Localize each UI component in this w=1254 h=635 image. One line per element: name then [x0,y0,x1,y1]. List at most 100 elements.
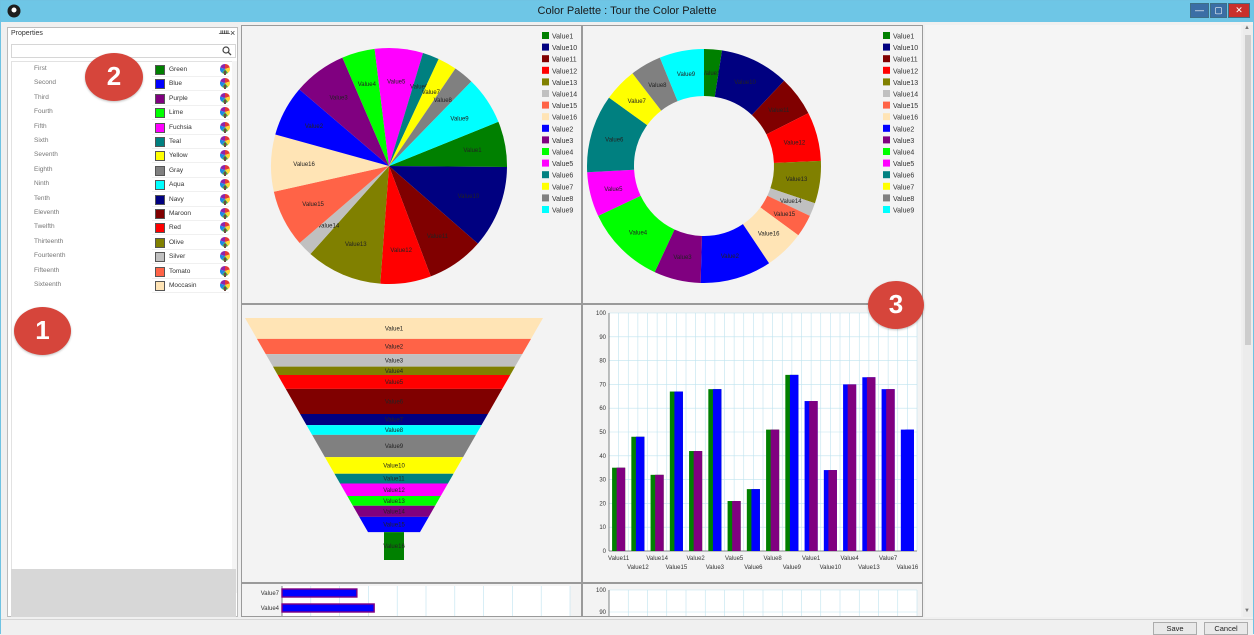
y-tick-label: 70 [599,382,606,388]
property-row[interactable]: Ninth Aqua [12,178,234,193]
property-row[interactable]: Fifteenth Tomato [12,265,234,279]
slice-label: Value7 [628,99,647,105]
bar-highlight [732,501,741,551]
legend-swatch [883,90,890,97]
close-window-button[interactable]: ✕ [1228,3,1250,18]
hbar[interactable] [281,588,358,598]
property-grid-scrollbar[interactable] [232,61,237,593]
palette-icon[interactable] [220,164,230,176]
hbar[interactable] [281,603,375,613]
slice-label: Value5 [387,79,406,85]
property-name: Third [34,93,49,101]
title-bar[interactable]: Color Palette : Tour the Color Palette —… [1,1,1253,22]
funnel-chart[interactable]: Value1 Value2 Value3 Value4 Value5 Value6 Valu… [242,305,582,583]
pie-chart[interactable]: Value1 Value10 Value11 Value12 Value13 Value1… [242,26,582,304]
bar-chart-panel[interactable]: 0 10 20 30 40 50 60 70 80 90 100 Value11 Value14 Valu… [582,304,923,583]
palette-icon[interactable] [220,92,230,104]
scrollbar-thumb[interactable] [1245,35,1251,345]
right-scrollbar[interactable]: ▲ ▼ [1243,25,1253,617]
property-row[interactable]: Fourteenth Silver [12,250,234,265]
palette-icon[interactable] [220,222,230,234]
legend-swatch [542,182,549,190]
funnel-chart-panel[interactable]: Value1 Value2 Value3 Value4 Value5 Value6 Valu… [241,304,582,583]
property-value-color-picker[interactable]: Purple [152,92,230,106]
close-panel-icon[interactable]: × [230,28,235,38]
property-value-color-picker[interactable]: Teal [152,135,230,149]
pin-icon[interactable]: ᚊ [219,29,230,38]
palette-icon[interactable] [220,265,230,277]
pie-chart-panel[interactable]: Value1 Value10 Value11 Value12 Value13 Value1… [241,25,582,304]
property-value-color-picker[interactable]: Gray [152,164,230,178]
callout-badge-3: 3 [868,281,924,329]
scroll-down-icon[interactable]: ▼ [1244,608,1250,614]
legend-swatch [542,55,549,63]
palette-icon[interactable] [220,150,230,162]
doughnut-chart-panel[interactable]: Value1 Value10 Value11 Value12 Value13 Value1… [582,25,923,304]
property-value-color-picker[interactable]: Aqua [152,178,230,193]
bar-chart[interactable]: 0 10 20 30 40 50 60 70 80 90 100 Value11 Value14 Valu… [583,305,923,583]
horizontal-bar-chart[interactable]: Value7 Value4 [242,584,582,617]
bar-highlight [866,377,876,551]
palette-icon[interactable] [220,78,230,90]
palette-icon[interactable] [220,179,230,191]
property-value-color-picker[interactable]: Lime [152,106,230,121]
property-value-color-picker[interactable]: Silver [152,250,230,265]
slice-label: Value8 [434,98,453,104]
legend-swatch [542,194,549,202]
legend-label: Value14 [552,92,577,99]
property-row[interactable]: Fourth Lime [12,106,234,121]
scroll-up-icon[interactable]: ▲ [1244,25,1250,31]
property-value-color-picker[interactable]: Tomato [152,265,230,279]
property-value-color-picker[interactable]: Yellow [152,149,230,164]
minimize-button[interactable]: — [1190,3,1209,18]
palette-icon[interactable] [220,251,230,263]
property-value-color-picker[interactable]: Green [152,63,230,77]
property-row[interactable]: Seventh Yellow [12,149,234,164]
property-row[interactable]: Eleventh Maroon [12,207,234,221]
search-icon[interactable] [222,46,232,56]
slice-label: Value11 [768,108,790,114]
palette-icon[interactable] [220,193,230,205]
property-value-color-picker[interactable]: Blue [152,77,230,92]
property-value-color-picker[interactable]: Fuchsia [152,121,230,135]
property-row[interactable]: Twelfth Red [12,221,234,236]
y-tick-label: 10 [599,525,606,531]
legend-swatch [883,206,890,213]
color-name: Aqua [169,181,185,189]
property-row[interactable]: Fifth Fuchsia [12,121,234,135]
y-tick-label: 30 [599,478,606,484]
palette-icon[interactable] [220,107,230,119]
save-button[interactable]: Save [1153,622,1197,635]
bar-highlight [905,429,914,551]
property-name: Fourth [34,108,53,116]
callout-badge-2: 2 [85,53,143,101]
slice-label: Value15 [302,202,324,208]
property-row[interactable]: Tenth Navy [12,193,234,207]
column-chart-panel[interactable]: 100 90 [582,583,923,617]
property-row[interactable]: Sixth Teal [12,135,234,149]
property-row[interactable]: Sixteenth Moccasin [12,279,234,293]
palette-icon[interactable] [220,121,230,133]
property-row[interactable]: Eighth Gray [12,164,234,178]
property-name: Fifth [34,122,47,130]
palette-icon[interactable] [220,236,230,248]
legend-label: Value15 [893,103,918,110]
column-chart-preview[interactable]: 100 90 [583,584,923,617]
funnel-label: Value12 [383,488,405,494]
palette-icon[interactable] [220,136,230,147]
property-value-color-picker[interactable]: Olive [152,236,230,250]
maximize-button[interactable]: ▢ [1210,3,1227,18]
y-tick-label: 40 [599,454,606,460]
cancel-button[interactable]: Cancel [1204,622,1248,635]
property-value-color-picker[interactable]: Red [152,221,230,236]
palette-icon[interactable] [220,64,230,75]
doughnut-chart[interactable]: Value1 Value10 Value11 Value12 Value13 Value1… [583,26,923,304]
palette-icon[interactable] [220,280,230,291]
legend-label: Value2 [893,126,914,133]
property-row[interactable]: Thirteenth Olive [12,236,234,250]
horizontal-bar-chart-panel[interactable]: Value7 Value4 [241,583,582,617]
property-value-color-picker[interactable]: Maroon [152,207,230,221]
property-value-color-picker[interactable]: Navy [152,193,230,207]
palette-icon[interactable] [220,208,230,219]
property-value-color-picker[interactable]: Moccasin [152,279,230,293]
